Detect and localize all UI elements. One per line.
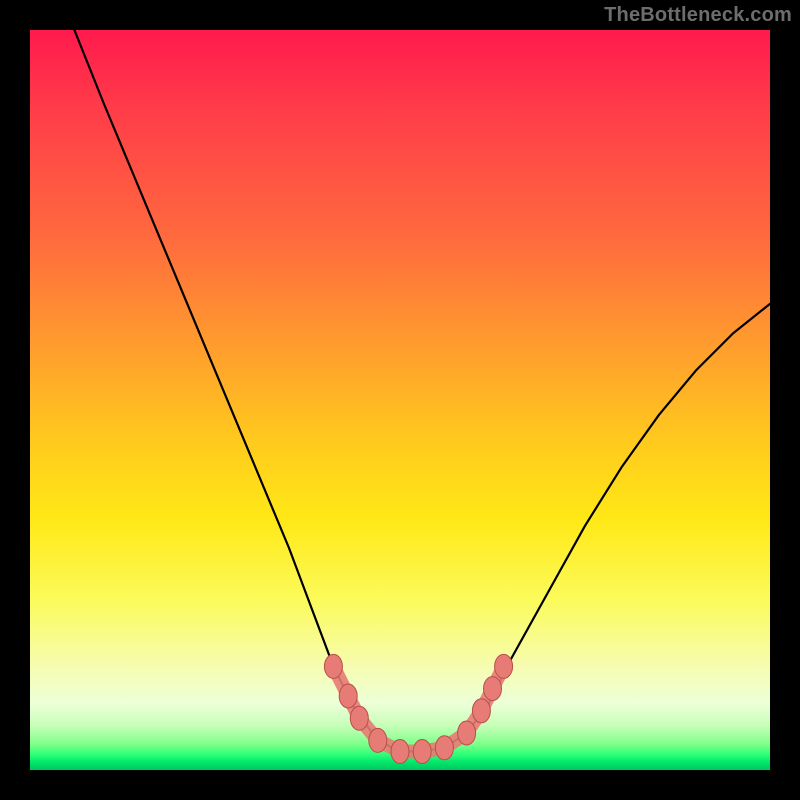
outer-frame: TheBottleneck.com bbox=[0, 0, 800, 800]
valley-marker bbox=[484, 677, 502, 701]
valley-marker bbox=[369, 728, 387, 752]
valley-marker bbox=[413, 740, 431, 764]
valley-marker bbox=[350, 706, 368, 730]
valley-marker bbox=[391, 740, 409, 764]
valley-marker bbox=[339, 684, 357, 708]
plot-area bbox=[30, 30, 770, 770]
valley-marker bbox=[435, 736, 453, 760]
chart-svg bbox=[30, 30, 770, 770]
valley-marker bbox=[458, 721, 476, 745]
valley-marker bbox=[324, 654, 342, 678]
watermark-text: TheBottleneck.com bbox=[604, 4, 792, 27]
bottleneck-curve bbox=[74, 30, 770, 752]
valley-marker bbox=[495, 654, 513, 678]
valley-marker bbox=[472, 699, 490, 723]
